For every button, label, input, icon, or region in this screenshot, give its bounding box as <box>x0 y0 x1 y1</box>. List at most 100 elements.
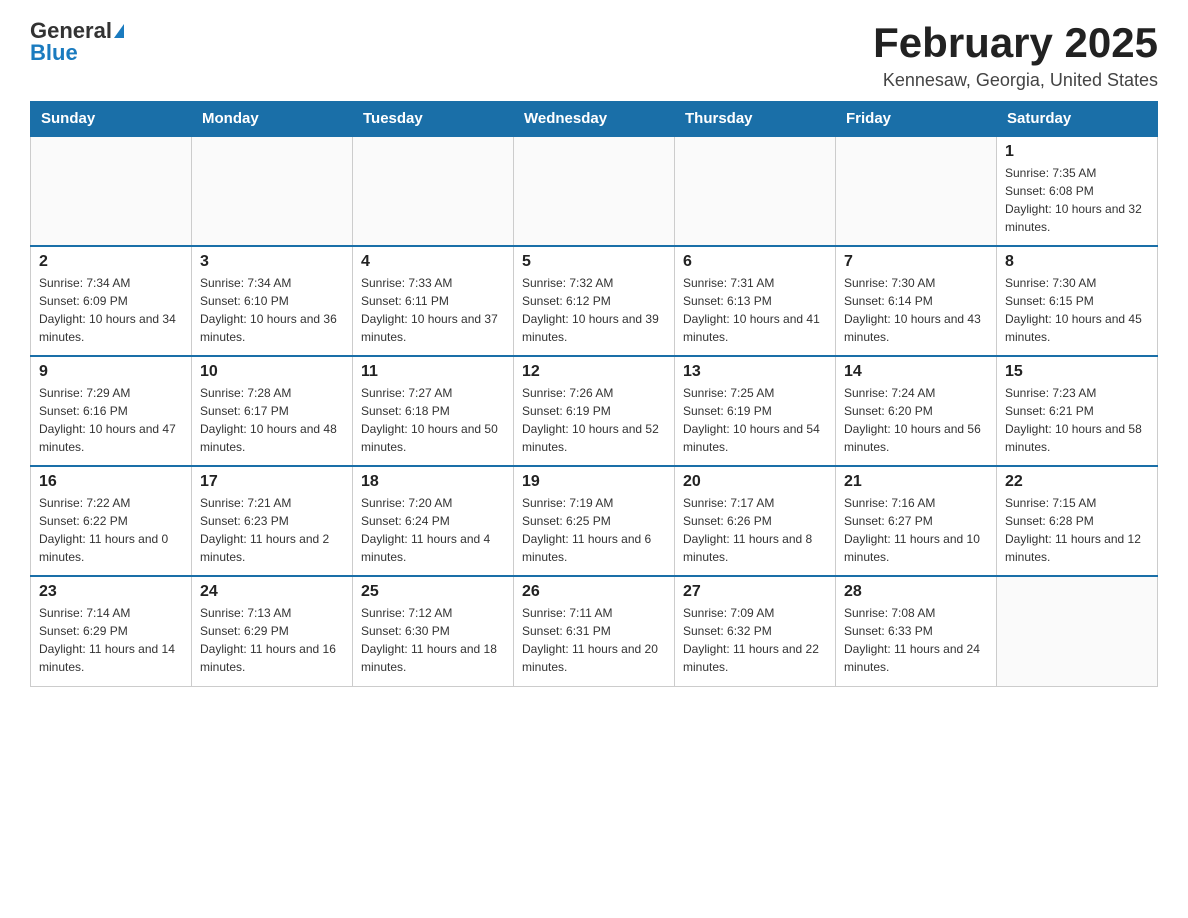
calendar-week-row: 16Sunrise: 7:22 AM Sunset: 6:22 PM Dayli… <box>31 466 1158 576</box>
day-header-wednesday: Wednesday <box>514 102 675 137</box>
day-header-saturday: Saturday <box>997 102 1158 137</box>
day-info: Sunrise: 7:12 AM Sunset: 6:30 PM Dayligh… <box>361 604 505 676</box>
day-info: Sunrise: 7:33 AM Sunset: 6:11 PM Dayligh… <box>361 274 505 346</box>
day-number: 17 <box>200 473 344 491</box>
day-number: 23 <box>39 583 183 601</box>
calendar-day-cell: 28 Sunrise: 7:08 AM Sunset: 6:33 PM Dayli… <box>836 576 997 686</box>
day-number: 3 <box>200 253 344 271</box>
calendar-day-cell <box>192 136 353 246</box>
calendar-day-cell: 27 Sunrise: 7:09 AM Sunset: 6:32 PM Dayli… <box>675 576 836 686</box>
calendar-day-cell: 3 Sunrise: 7:34 AM Sunset: 6:10 PM Daylig… <box>192 246 353 356</box>
logo-triangle-icon <box>114 24 124 38</box>
day-info: Sunrise: 7:28 AM Sunset: 6:17 PM Dayligh… <box>200 384 344 456</box>
day-number: 24 <box>200 583 344 601</box>
day-info: Sunrise: 7:32 AM Sunset: 6:12 PM Dayligh… <box>522 274 666 346</box>
calendar-header-row: SundayMondayTuesdayWednesdayThursdayFrid… <box>31 102 1158 137</box>
calendar-day-cell: 26 Sunrise: 7:11 AM Sunset: 6:31 PM Dayli… <box>514 576 675 686</box>
calendar-day-cell: 20Sunrise: 7:17 AM Sunset: 6:26 PM Dayli… <box>675 466 836 576</box>
day-info: Sunrise: 7:30 AM Sunset: 6:14 PM Dayligh… <box>844 274 988 346</box>
day-info: Sunrise: 7:21 AM Sunset: 6:23 PM Dayligh… <box>200 494 344 566</box>
calendar-day-cell: 11 Sunrise: 7:27 AM Sunset: 6:18 PM Dayli… <box>353 356 514 466</box>
calendar-day-cell: 2Sunrise: 7:34 AM Sunset: 6:09 PM Daylig… <box>31 246 192 356</box>
calendar-day-cell: 1 Sunrise: 7:35 AM Sunset: 6:08 PM Daylig… <box>997 136 1158 246</box>
day-info: Sunrise: 7:27 AM Sunset: 6:18 PM Dayligh… <box>361 384 505 456</box>
calendar-day-cell: 12 Sunrise: 7:26 AM Sunset: 6:19 PM Dayli… <box>514 356 675 466</box>
calendar-day-cell: 15 Sunrise: 7:23 AM Sunset: 6:21 PM Dayli… <box>997 356 1158 466</box>
calendar-day-cell: 5Sunrise: 7:32 AM Sunset: 6:12 PM Daylig… <box>514 246 675 356</box>
calendar-day-cell <box>514 136 675 246</box>
day-info: Sunrise: 7:35 AM Sunset: 6:08 PM Dayligh… <box>1005 164 1149 236</box>
logo-blue-text: Blue <box>30 40 78 65</box>
day-info: Sunrise: 7:08 AM Sunset: 6:33 PM Dayligh… <box>844 604 988 676</box>
day-info: Sunrise: 7:14 AM Sunset: 6:29 PM Dayligh… <box>39 604 183 676</box>
calendar-week-row: 1 Sunrise: 7:35 AM Sunset: 6:08 PM Daylig… <box>31 136 1158 246</box>
day-info: Sunrise: 7:20 AM Sunset: 6:24 PM Dayligh… <box>361 494 505 566</box>
day-number: 22 <box>1005 473 1149 491</box>
calendar-day-cell: 10 Sunrise: 7:28 AM Sunset: 6:17 PM Dayli… <box>192 356 353 466</box>
day-info: Sunrise: 7:29 AM Sunset: 6:16 PM Dayligh… <box>39 384 183 456</box>
day-number: 25 <box>361 583 505 601</box>
day-number: 18 <box>361 473 505 491</box>
day-info: Sunrise: 7:15 AM Sunset: 6:28 PM Dayligh… <box>1005 494 1149 566</box>
calendar-day-cell <box>997 576 1158 686</box>
calendar-table: SundayMondayTuesdayWednesdayThursdayFrid… <box>30 101 1158 687</box>
calendar-day-cell: 9 Sunrise: 7:29 AM Sunset: 6:16 PM Daylig… <box>31 356 192 466</box>
day-number: 12 <box>522 363 666 381</box>
calendar-day-cell: 17 Sunrise: 7:21 AM Sunset: 6:23 PM Dayli… <box>192 466 353 576</box>
day-number: 15 <box>1005 363 1149 381</box>
calendar-day-cell: 22 Sunrise: 7:15 AM Sunset: 6:28 PM Dayli… <box>997 466 1158 576</box>
day-number: 1 <box>1005 143 1149 161</box>
calendar-day-cell: 14Sunrise: 7:24 AM Sunset: 6:20 PM Dayli… <box>836 356 997 466</box>
calendar-location: Kennesaw, Georgia, United States <box>873 70 1158 91</box>
day-number: 6 <box>683 253 827 271</box>
day-header-thursday: Thursday <box>675 102 836 137</box>
calendar-day-cell: 24Sunrise: 7:13 AM Sunset: 6:29 PM Dayli… <box>192 576 353 686</box>
day-number: 4 <box>361 253 505 271</box>
logo-general-text: General <box>30 20 112 42</box>
logo: General Blue <box>30 20 124 65</box>
calendar-day-cell <box>836 136 997 246</box>
calendar-day-cell: 19Sunrise: 7:19 AM Sunset: 6:25 PM Dayli… <box>514 466 675 576</box>
calendar-day-cell: 8 Sunrise: 7:30 AM Sunset: 6:15 PM Daylig… <box>997 246 1158 356</box>
title-block: February 2025 Kennesaw, Georgia, United … <box>873 20 1158 91</box>
day-number: 21 <box>844 473 988 491</box>
day-number: 27 <box>683 583 827 601</box>
day-info: Sunrise: 7:30 AM Sunset: 6:15 PM Dayligh… <box>1005 274 1149 346</box>
calendar-day-cell: 23 Sunrise: 7:14 AM Sunset: 6:29 PM Dayli… <box>31 576 192 686</box>
day-info: Sunrise: 7:34 AM Sunset: 6:10 PM Dayligh… <box>200 274 344 346</box>
calendar-day-cell: 4 Sunrise: 7:33 AM Sunset: 6:11 PM Daylig… <box>353 246 514 356</box>
day-info: Sunrise: 7:23 AM Sunset: 6:21 PM Dayligh… <box>1005 384 1149 456</box>
day-header-tuesday: Tuesday <box>353 102 514 137</box>
calendar-day-cell: 18 Sunrise: 7:20 AM Sunset: 6:24 PM Dayli… <box>353 466 514 576</box>
day-info: Sunrise: 7:31 AM Sunset: 6:13 PM Dayligh… <box>683 274 827 346</box>
calendar-day-cell: 7 Sunrise: 7:30 AM Sunset: 6:14 PM Daylig… <box>836 246 997 356</box>
calendar-day-cell <box>675 136 836 246</box>
day-header-monday: Monday <box>192 102 353 137</box>
page-header: General Blue February 2025 Kennesaw, Geo… <box>30 20 1158 91</box>
day-number: 11 <box>361 363 505 381</box>
day-info: Sunrise: 7:26 AM Sunset: 6:19 PM Dayligh… <box>522 384 666 456</box>
day-number: 26 <box>522 583 666 601</box>
day-number: 7 <box>844 253 988 271</box>
day-number: 8 <box>1005 253 1149 271</box>
calendar-week-row: 9 Sunrise: 7:29 AM Sunset: 6:16 PM Daylig… <box>31 356 1158 466</box>
day-info: Sunrise: 7:11 AM Sunset: 6:31 PM Dayligh… <box>522 604 666 676</box>
day-number: 19 <box>522 473 666 491</box>
calendar-week-row: 23 Sunrise: 7:14 AM Sunset: 6:29 PM Dayli… <box>31 576 1158 686</box>
day-number: 28 <box>844 583 988 601</box>
day-number: 9 <box>39 363 183 381</box>
day-header-sunday: Sunday <box>31 102 192 137</box>
day-info: Sunrise: 7:34 AM Sunset: 6:09 PM Dayligh… <box>39 274 183 346</box>
calendar-day-cell: 21Sunrise: 7:16 AM Sunset: 6:27 PM Dayli… <box>836 466 997 576</box>
day-number: 13 <box>683 363 827 381</box>
calendar-day-cell: 6 Sunrise: 7:31 AM Sunset: 6:13 PM Daylig… <box>675 246 836 356</box>
day-number: 10 <box>200 363 344 381</box>
day-info: Sunrise: 7:17 AM Sunset: 6:26 PM Dayligh… <box>683 494 827 566</box>
calendar-week-row: 2Sunrise: 7:34 AM Sunset: 6:09 PM Daylig… <box>31 246 1158 356</box>
calendar-day-cell <box>31 136 192 246</box>
day-number: 14 <box>844 363 988 381</box>
calendar-title: February 2025 <box>873 20 1158 66</box>
calendar-day-cell <box>353 136 514 246</box>
day-info: Sunrise: 7:09 AM Sunset: 6:32 PM Dayligh… <box>683 604 827 676</box>
day-header-friday: Friday <box>836 102 997 137</box>
